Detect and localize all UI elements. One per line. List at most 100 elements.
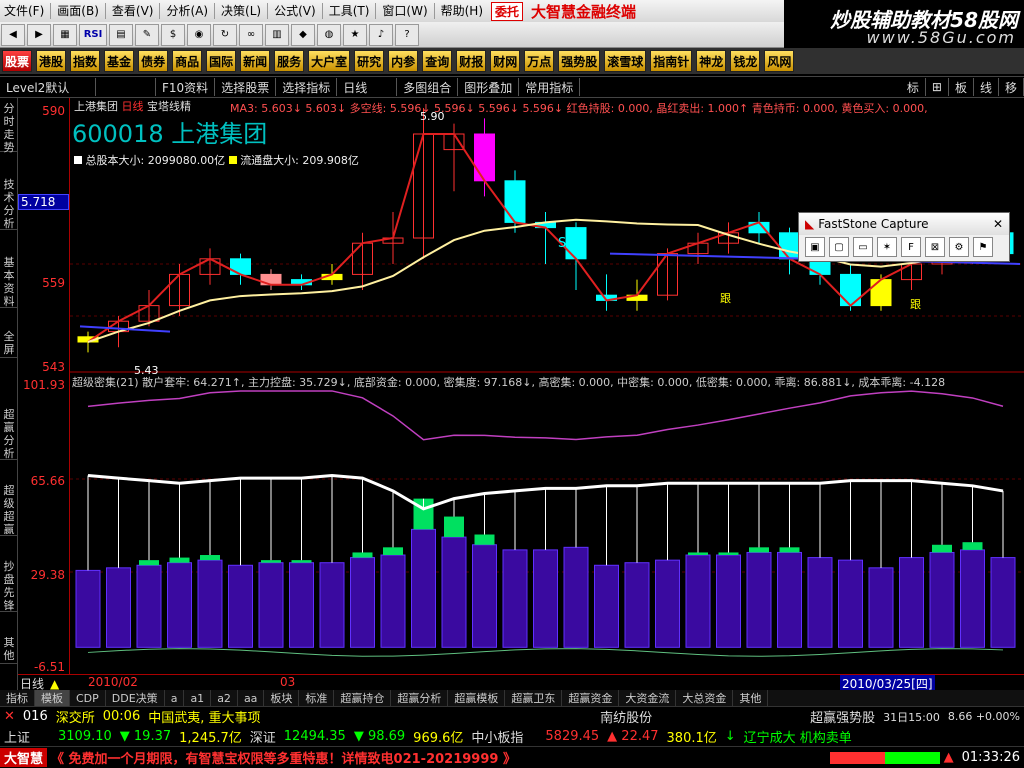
- menu-formula[interactable]: 公式(V): [270, 0, 320, 22]
- chart-area[interactable]: 上港集团 日线 宝塔线精 MA3: 5.603↓ 5.603↓ 多空线: 5.5…: [70, 98, 1024, 674]
- tab-super-analysis[interactable]: 超赢分析: [391, 690, 449, 706]
- category-finance-net[interactable]: 财网: [490, 50, 521, 72]
- category-query[interactable]: 查询: [422, 50, 453, 72]
- tab-super-super[interactable]: 超级超赢: [0, 484, 18, 536]
- tab-standard[interactable]: 标准: [299, 690, 335, 706]
- menu-analysis[interactable]: 分析(A): [162, 0, 212, 22]
- tab-template[interactable]: 模板: [35, 690, 70, 706]
- category-intl[interactable]: 国际: [206, 50, 237, 72]
- tab-pioneer[interactable]: 抄盘先锋: [0, 560, 18, 612]
- forward-icon[interactable]: ▶: [27, 23, 51, 46]
- menu-tools[interactable]: 工具(T): [325, 0, 374, 22]
- tab-big-flow[interactable]: 大资金流: [619, 690, 677, 706]
- select-indicator-button[interactable]: 选择指标: [276, 78, 338, 96]
- tab-other[interactable]: 其他: [733, 690, 769, 706]
- bell-icon[interactable]: ♪: [369, 23, 393, 46]
- line-button[interactable]: 线: [974, 78, 999, 96]
- category-research[interactable]: 研究: [354, 50, 385, 72]
- category-bond[interactable]: 债券: [138, 50, 169, 72]
- tab-dde[interactable]: DDE决策: [106, 690, 165, 706]
- table-icon[interactable]: ▤: [109, 23, 133, 46]
- capture-full-icon[interactable]: F: [901, 237, 921, 257]
- tab-technical[interactable]: 技术分析: [0, 178, 18, 230]
- common-indicator-button[interactable]: 常用指标: [519, 78, 581, 96]
- plus-icon[interactable]: ⊞: [926, 78, 949, 96]
- capture-region-icon[interactable]: ▭: [853, 237, 873, 257]
- period-select[interactable]: 日线: [337, 78, 398, 96]
- level2-select[interactable]: Level2默认: [0, 78, 96, 96]
- tab-super-fund[interactable]: 超赢资金: [562, 690, 620, 706]
- tab-super-analysis[interactable]: 超赢分析: [0, 408, 18, 460]
- index-name[interactable]: 上证: [0, 727, 34, 746]
- category-insider[interactable]: 内参: [388, 50, 419, 72]
- money-icon[interactable]: $: [161, 23, 185, 46]
- category-compass[interactable]: 指南针: [650, 50, 693, 72]
- grid-icon[interactable]: ▦: [53, 23, 77, 46]
- tab-indicator[interactable]: 指标: [0, 690, 35, 706]
- tab-other[interactable]: 其他: [0, 636, 18, 664]
- rsi-button[interactable]: RSI: [79, 23, 107, 46]
- layout-icon[interactable]: ▥: [265, 23, 289, 46]
- output-icon[interactable]: ⚑: [973, 237, 993, 257]
- tab-big-total[interactable]: 大总资金: [676, 690, 734, 706]
- menu-window[interactable]: 窗口(W): [378, 0, 431, 22]
- category-report[interactable]: 财报: [456, 50, 487, 72]
- capture-freehand-icon[interactable]: ✶: [877, 237, 897, 257]
- eye-icon[interactable]: ◉: [187, 23, 211, 46]
- index-name[interactable]: 中小板指: [467, 727, 527, 746]
- index-name[interactable]: 深证: [246, 727, 280, 746]
- category-service[interactable]: 服务: [274, 50, 305, 72]
- close-icon[interactable]: ✕: [993, 217, 1003, 231]
- category-qianlong[interactable]: 钱龙: [730, 50, 761, 72]
- category-hk[interactable]: 港股: [36, 50, 67, 72]
- mark-button[interactable]: 标: [901, 78, 926, 96]
- pencil-icon[interactable]: ✎: [135, 23, 159, 46]
- settings-icon[interactable]: ⚙: [949, 237, 969, 257]
- tab-timeline[interactable]: 分时走势: [0, 102, 18, 154]
- menu-help[interactable]: 帮助(H): [437, 0, 487, 22]
- menu-decision[interactable]: 决策(L): [217, 0, 265, 22]
- capture-object-icon[interactable]: ▢: [829, 237, 849, 257]
- trade-button[interactable]: 委托: [491, 1, 524, 21]
- promo-message[interactable]: 《 免费加一个月期限，有智慧宝权限等多重特惠！详情致电021-20219999 …: [47, 748, 647, 767]
- institution-news[interactable]: 辽宁成大 机构卖单: [740, 727, 856, 746]
- tab-a1[interactable]: a1: [184, 690, 212, 706]
- back-icon[interactable]: ◀: [1, 23, 25, 46]
- category-index[interactable]: 指数: [70, 50, 101, 72]
- category-stocks[interactable]: 股票: [2, 50, 33, 72]
- menu-view[interactable]: 查看(V): [108, 0, 158, 22]
- f10-button[interactable]: F10资料: [156, 78, 216, 96]
- tab-a[interactable]: a: [165, 690, 185, 706]
- menu-file[interactable]: 文件(F): [0, 0, 48, 22]
- category-dragon[interactable]: 神龙: [696, 50, 727, 72]
- category-fund[interactable]: 基金: [104, 50, 135, 72]
- category-vip[interactable]: 大户室: [308, 50, 351, 72]
- tab-super-hold[interactable]: 超赢持仓: [334, 690, 392, 706]
- menu-view-screen[interactable]: 画面(B): [53, 0, 103, 22]
- move-button[interactable]: 移: [999, 78, 1024, 96]
- tab-super-template[interactable]: 超赢模板: [448, 690, 506, 706]
- binocular-icon[interactable]: ∞: [239, 23, 263, 46]
- news-headline[interactable]: 中国武夷, 重大事项: [144, 707, 264, 726]
- tab-fullscreen[interactable]: 全屏: [0, 330, 18, 358]
- tab-a2[interactable]: a2: [211, 690, 238, 706]
- dropdown-select[interactable]: [96, 78, 156, 96]
- diamond-icon[interactable]: ◆: [291, 23, 315, 46]
- tab-super-weidong[interactable]: 超赢卫东: [505, 690, 563, 706]
- board-button[interactable]: 板: [949, 78, 974, 96]
- help-icon[interactable]: ?: [395, 23, 419, 46]
- faststone-capture-window[interactable]: ◣ FastStone Capture ✕ ▣ ▢ ▭ ✶ F ⊠ ⚙ ⚑: [798, 212, 1010, 262]
- category-commodity[interactable]: 商品: [172, 50, 203, 72]
- overlay-button[interactable]: 图形叠加: [458, 78, 520, 96]
- star-icon[interactable]: ★: [343, 23, 367, 46]
- refresh-icon[interactable]: ↻: [213, 23, 237, 46]
- category-news[interactable]: 新闻: [240, 50, 271, 72]
- category-snowball[interactable]: 滚雪球: [604, 50, 647, 72]
- category-fengwang[interactable]: 风网: [764, 50, 795, 72]
- category-strong[interactable]: 强势股: [558, 50, 601, 72]
- close-news-icon[interactable]: ✕: [0, 709, 19, 724]
- capture-scroll-icon[interactable]: ⊠: [925, 237, 945, 257]
- tab-aa[interactable]: aa: [238, 690, 265, 706]
- tab-fundamentals[interactable]: 基本资料: [0, 256, 18, 308]
- capture-window-icon[interactable]: ▣: [805, 237, 825, 257]
